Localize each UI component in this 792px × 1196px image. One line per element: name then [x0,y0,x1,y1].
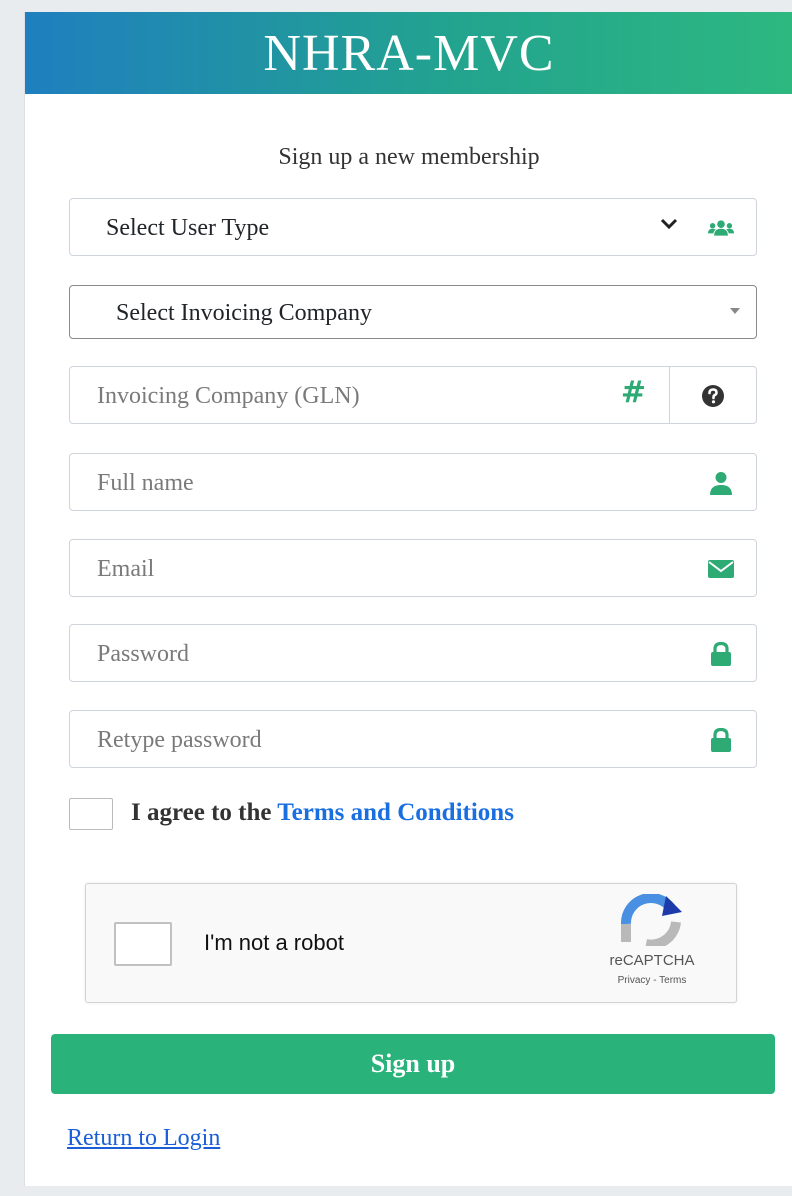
caret-down-icon [730,308,740,314]
retype-password-input[interactable]: Retype password [69,710,757,768]
agree-terms-label: I agree to the Terms and Conditions [131,799,514,827]
chevron-down-icon [660,217,678,236]
invoicing-company-select[interactable]: Select Invoicing Company [69,285,757,339]
agree-prefix: I agree to the [131,799,272,826]
register-card: NHRA-MVC Sign up a new membership Select… [24,12,792,1186]
retype-password-placeholder: Retype password [97,727,262,753]
recaptcha-checkbox[interactable] [114,922,172,966]
header-banner: NHRA-MVC [25,12,792,94]
recaptcha-brand: reCAPTCHA [609,952,695,969]
page-subtitle: Sign up a new membership [278,144,540,170]
hash-icon: # [620,375,646,410]
recaptcha-widget: I'm not a robot reCAPTCHA Privacy - Term… [85,883,737,1003]
invoicing-company-value: Select Invoicing Company [116,300,372,326]
return-to-login-link[interactable]: Return to Login [67,1125,220,1152]
lock-icon [708,727,734,753]
lock-icon [708,641,734,667]
password-placeholder: Password [97,641,190,667]
agree-terms-checkbox[interactable] [69,798,113,830]
recaptcha-logo-icon [616,892,686,950]
app-title: NHRA-MVC [263,25,555,82]
gln-input[interactable]: Invoicing Company (GLN) # [69,366,757,424]
question-circle-icon[interactable] [700,383,726,409]
user-type-value: Select User Type [106,215,270,241]
users-icon [708,215,734,241]
email-placeholder: Email [97,556,155,582]
recaptcha-privacy-terms[interactable]: Privacy - Terms [591,975,713,986]
full-name-placeholder: Full name [97,470,194,496]
recaptcha-label: I'm not a robot [204,930,344,955]
terms-link[interactable]: Terms and Conditions [277,799,514,826]
full-name-input[interactable]: Full name [69,453,757,511]
gln-placeholder: Invoicing Company (GLN) [97,383,360,409]
sign-up-button[interactable]: Sign up [51,1034,775,1094]
email-input[interactable]: Email [69,539,757,597]
envelope-icon [708,556,734,582]
user-type-select[interactable]: Select User Type [69,198,757,256]
input-divider [669,367,670,423]
password-input[interactable]: Password [69,624,757,682]
user-icon [708,470,734,496]
